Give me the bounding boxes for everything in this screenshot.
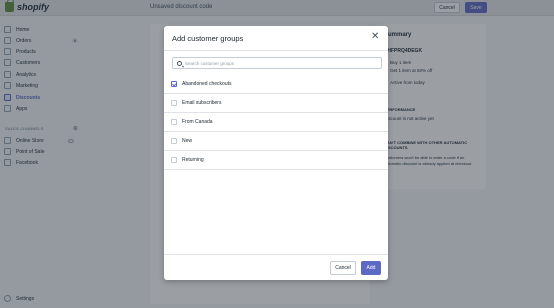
modal-title: Add customer groups [172,34,244,43]
option-label: Abandoned checkouts [182,81,232,87]
modal-header: Add customer groups ✕ [164,26,388,51]
add-button[interactable]: Add [361,261,381,275]
option-label: Email subscribers [182,100,222,106]
customer-group-option[interactable]: Email subscribers [164,94,388,113]
customer-group-option[interactable]: New [164,132,388,151]
search-input[interactable] [185,59,375,68]
close-icon[interactable]: ✕ [371,32,379,42]
checkbox[interactable] [171,119,177,125]
cancel-button[interactable]: Cancel [330,261,356,275]
checkbox-checked[interactable] [171,81,177,87]
customer-group-option[interactable]: From Canada [164,113,388,132]
customer-group-option[interactable]: Returning [164,151,388,170]
add-customer-groups-modal: Add customer groups ✕ Abandoned checkout… [164,26,388,280]
checkbox[interactable] [171,157,177,163]
option-label: From Canada [182,119,213,125]
modal-footer-divider [164,254,388,255]
checkbox[interactable] [171,100,177,106]
customer-group-option[interactable]: Abandoned checkouts [164,75,388,94]
checkbox[interactable] [171,138,177,144]
search-field[interactable] [172,57,382,69]
option-label: Returning [182,157,204,163]
search-icon [177,61,182,66]
option-label: New [182,138,193,144]
